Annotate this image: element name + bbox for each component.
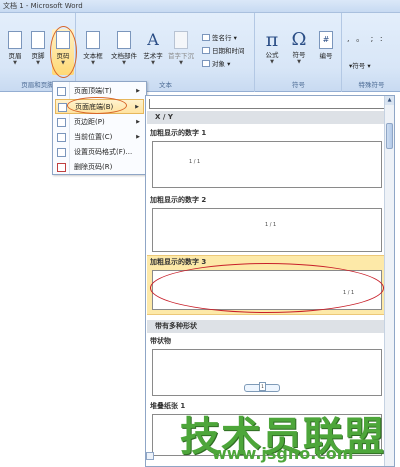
chevron-down-icon: ▼ <box>122 60 126 66</box>
object-button[interactable]: 对象 ▾ <box>202 59 230 69</box>
datetime-button[interactable]: 日期和时间 <box>202 46 245 56</box>
gallery-item-bold-number-2[interactable]: 1 / 1 <box>152 208 382 252</box>
title-bar: 文档 1 - Microsoft Word <box>0 0 400 13</box>
number-icon: # <box>319 31 333 49</box>
menu-item-remove-page-numbers[interactable]: 删除页码(R) <box>55 160 144 175</box>
chevron-down-icon: ▼ <box>151 60 155 66</box>
ribbon-shape-icon: 1 <box>244 382 280 392</box>
menu-item-page-margin[interactable]: 页边距(P) ▶ <box>55 115 144 130</box>
gallery-item-bold-number-1[interactable]: 1 / 1 <box>152 141 382 188</box>
chevron-down-icon: ▼ <box>36 60 40 66</box>
chevron-down-icon: ▼ <box>297 59 301 65</box>
gallery-caption: 加粗显示的数字 2 <box>150 196 207 204</box>
chevron-right-icon: ▶ <box>136 134 140 140</box>
page-margin-icon <box>57 118 66 127</box>
window-title: 文档 1 - Microsoft Word <box>3 2 83 10</box>
omega-icon: Ω <box>291 29 307 50</box>
menu-item-format-page-numbers[interactable]: 设置页码格式(F)... <box>55 145 144 160</box>
page-bottom-icon <box>58 103 67 112</box>
header-button[interactable]: 页眉 ▼ <box>4 31 26 66</box>
textbox-button[interactable]: 文本框 ▼ <box>82 31 104 66</box>
delete-page-number-icon <box>57 163 66 172</box>
highlight-circle-page-number <box>50 26 77 78</box>
special-symbol-grid[interactable]: , 。 ; : <box>347 33 395 44</box>
header-icon <box>8 31 22 49</box>
symbol-button[interactable]: Ω 符号 ▼ <box>286 29 312 65</box>
chevron-down-icon: ▼ <box>270 59 274 65</box>
quickparts-icon <box>117 31 131 49</box>
gallery-preview-top-partial[interactable] <box>149 99 385 109</box>
group-symbols: π 公式 ▼ Ω 符号 ▼ # 编号 符号 <box>256 13 342 92</box>
gallery-scrollbar[interactable]: ▲ <box>384 96 394 466</box>
page-number-preview: 1 / 1 <box>189 159 201 165</box>
dropcap-button[interactable]: 首字下沉 ▼ <box>167 31 195 66</box>
gallery-section-xy: X / Y <box>147 111 385 124</box>
group-label: 特殊符号 <box>358 81 385 89</box>
footer-icon <box>31 31 45 49</box>
signature-icon <box>202 34 210 41</box>
wordart-icon: A <box>147 30 159 49</box>
chevron-right-icon: ▶ <box>135 104 139 110</box>
chevron-down-icon: ▼ <box>91 60 95 66</box>
watermark-url: www.jsgho.com <box>212 444 354 463</box>
current-position-icon <box>57 133 66 142</box>
group-label: 符号 <box>292 81 305 89</box>
chevron-down-icon: ▼ <box>13 60 17 66</box>
pi-icon: π <box>265 29 279 51</box>
scroll-thumb[interactable] <box>386 123 393 149</box>
chevron-down-icon: ▼ <box>179 60 183 66</box>
gallery-caption: 加粗显示的数字 3 <box>150 258 207 266</box>
save-selection-icon[interactable] <box>146 452 154 460</box>
equation-button[interactable]: π 公式 ▼ <box>259 29 285 65</box>
special-symbol-button[interactable]: ▾符号 ▾ <box>349 61 371 71</box>
ribbon-page-number: 1 <box>259 382 266 391</box>
footer-button[interactable]: 页脚 ▼ <box>27 31 49 66</box>
gallery-caption: 带状物 <box>150 337 171 345</box>
textbox-icon <box>86 31 100 49</box>
object-icon <box>202 60 210 67</box>
number-button[interactable]: # 编号 <box>313 31 339 60</box>
format-page-number-icon <box>57 148 66 157</box>
signature-line-button[interactable]: 签名行 ▾ <box>202 33 237 43</box>
scroll-up-icon[interactable]: ▲ <box>385 96 394 105</box>
chevron-right-icon: ▶ <box>136 88 140 94</box>
gallery-footer-icons <box>146 452 176 465</box>
page-top-icon <box>57 87 66 96</box>
quickparts-button[interactable]: 文档部件 ▼ <box>109 31 139 66</box>
wordart-button[interactable]: A 艺术字 ▼ <box>140 30 166 67</box>
page-number-preview: 1 / 1 <box>265 222 277 228</box>
menu-item-current-position[interactable]: 当前位置(C) ▶ <box>55 130 144 145</box>
highlight-circle-page-bottom <box>67 97 127 114</box>
group-special-symbols: , 。 ; : ▾符号 ▾ 特殊符号 <box>343 13 400 92</box>
gallery-section-shapes: 带有多种形状 <box>147 320 385 333</box>
chevron-right-icon: ▶ <box>136 119 140 125</box>
highlight-ellipse-selected <box>150 263 384 313</box>
gallery-caption: 加粗显示的数字 1 <box>150 129 207 137</box>
calendar-icon <box>202 47 210 54</box>
page-number-menu: 页面顶端(T) ▶ 页面底端(B) ▶ 页边距(P) ▶ 当前位置(C) ▶ 设… <box>52 81 147 175</box>
dropcap-icon <box>174 31 188 49</box>
